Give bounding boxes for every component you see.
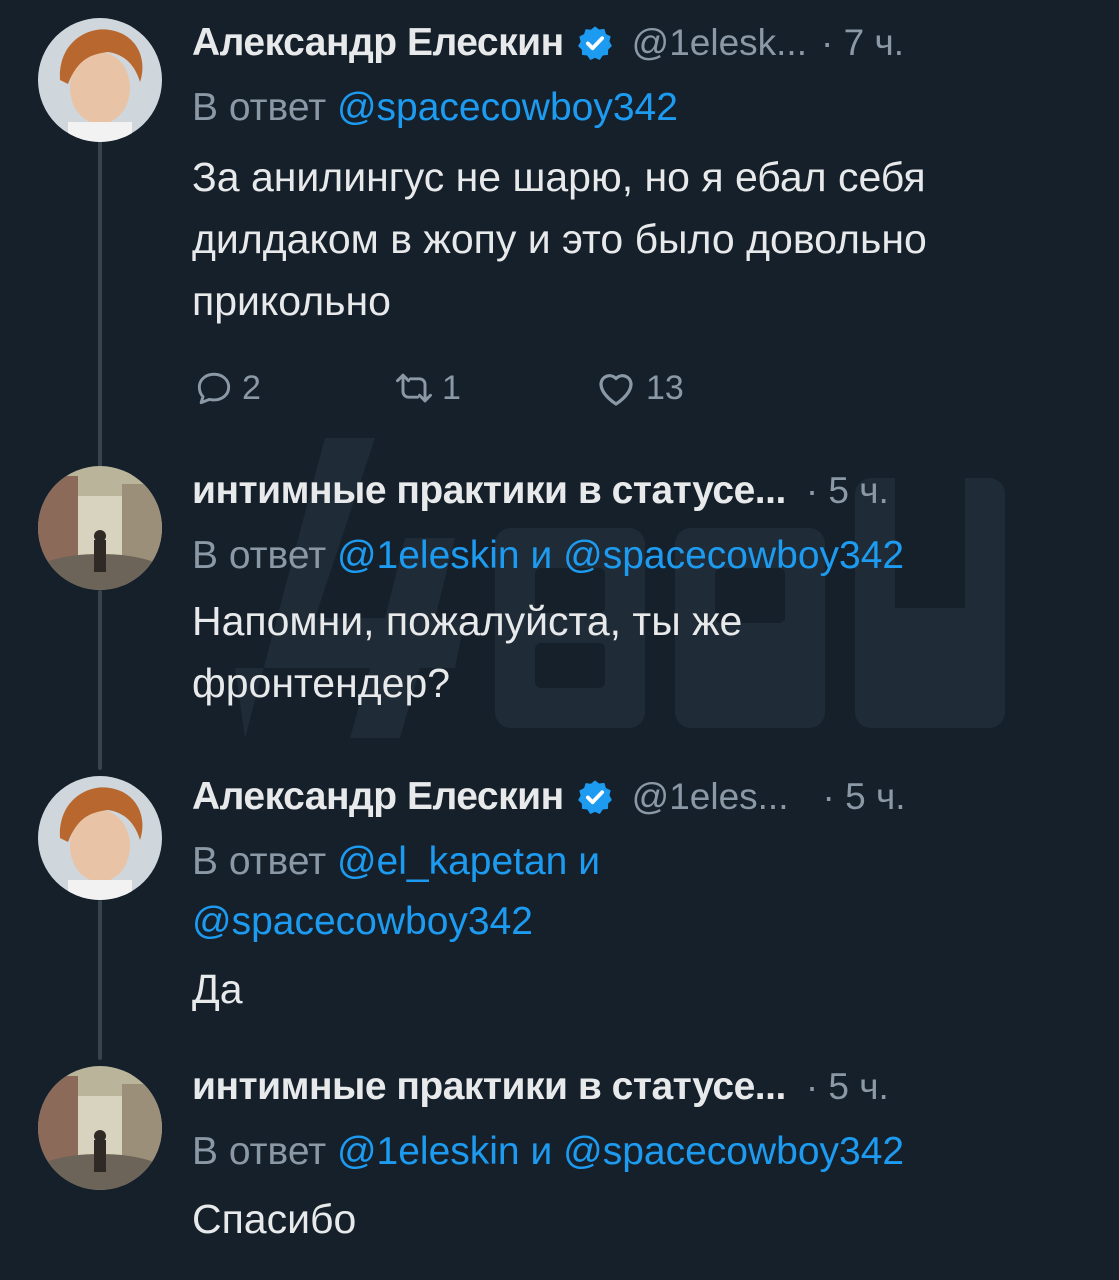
author-name[interactable]: интимные практики в статусе... <box>192 1065 786 1109</box>
reply-button[interactable]: 2 <box>192 366 392 410</box>
text-line: дилдаком в жопу и это было довольно <box>192 216 927 262</box>
heart-icon <box>599 374 633 406</box>
verified-badge-icon <box>576 24 614 62</box>
tweet-text: Спасибо <box>192 1188 1089 1250</box>
reply-prefix: В ответ <box>192 840 327 883</box>
tweet-text: За анилингус не шарю, но я ебал себя дил… <box>192 146 1089 332</box>
avatar[interactable] <box>38 466 162 590</box>
text-line: прикольно <box>192 278 391 324</box>
text-line: Напомни, пожалуйста, ты же <box>192 598 743 644</box>
mention-link[interactable]: @spacecowboy342 <box>563 534 904 577</box>
thread-line <box>98 140 102 468</box>
reply-to: В ответ @1eleskin и @spacecowboy342 <box>192 526 1089 586</box>
avatar[interactable] <box>38 18 162 142</box>
verified-badge-icon <box>576 778 614 816</box>
reply-prefix: В ответ <box>192 86 327 129</box>
reply-icon <box>197 372 231 405</box>
mention-link[interactable]: @spacecowboy342 <box>563 1130 904 1173</box>
avatar[interactable] <box>38 776 162 900</box>
mention-link[interactable]: @spacecowboy342 <box>192 900 533 943</box>
author-name[interactable]: Александр Елескин <box>192 775 564 819</box>
author-name[interactable]: интимные практики в статусе... <box>192 469 786 513</box>
tweet-time[interactable]: · 7 ч. <box>821 22 904 64</box>
text-line: За анилингус не шарю, но я ебал себя <box>192 154 926 200</box>
text-line: Да <box>192 966 243 1012</box>
text-line: фронтендер? <box>192 660 451 706</box>
text-line: Спасибо <box>192 1196 357 1242</box>
tweet-time[interactable]: · 5 ч. <box>806 1066 889 1108</box>
avatar[interactable] <box>38 1066 162 1190</box>
like-button[interactable]: 13 <box>592 364 684 412</box>
tweet-time[interactable]: · 5 ч. <box>806 470 889 512</box>
mention-link[interactable]: @el_kapetan <box>337 840 567 883</box>
mention-link[interactable]: @1eleskin <box>337 1130 520 1173</box>
mention-conjunction: и <box>530 1130 553 1173</box>
author-handle[interactable]: @1eles... <box>632 776 789 818</box>
reply-prefix: В ответ <box>192 534 327 577</box>
reply-prefix: В ответ <box>192 1130 327 1173</box>
tweet-text: Да <box>192 958 1089 1020</box>
reply-count: 2 <box>242 368 261 407</box>
thread-line <box>98 590 102 770</box>
mention-conjunction: и <box>578 840 600 883</box>
tweet-actions: 2 1 13 <box>192 358 1089 418</box>
retweet-button[interactable]: 1 <box>392 366 592 410</box>
author-name[interactable]: Александр Елескин <box>192 21 564 65</box>
reply-to: В ответ @el_kapetan и @spacecowboy342 <box>192 832 1089 952</box>
mention-link[interactable]: @1eleskin <box>337 534 520 577</box>
thread-line <box>98 900 102 1060</box>
reply-to: В ответ @1eleskin и @spacecowboy342 <box>192 1122 1089 1182</box>
tweet-time[interactable]: · 5 ч. <box>823 776 906 818</box>
reply-to: В ответ @spacecowboy342 <box>192 78 1089 138</box>
retweet-icon <box>396 373 432 403</box>
like-count: 13 <box>646 368 684 407</box>
mention-conjunction: и <box>530 534 553 577</box>
mention-link[interactable]: @spacecowboy342 <box>337 86 678 129</box>
author-handle[interactable]: @1elesk... <box>632 22 807 64</box>
tweet-text: Напомни, пожалуйста, ты же фронтендер? <box>192 590 1089 714</box>
retweet-count: 1 <box>442 368 461 407</box>
